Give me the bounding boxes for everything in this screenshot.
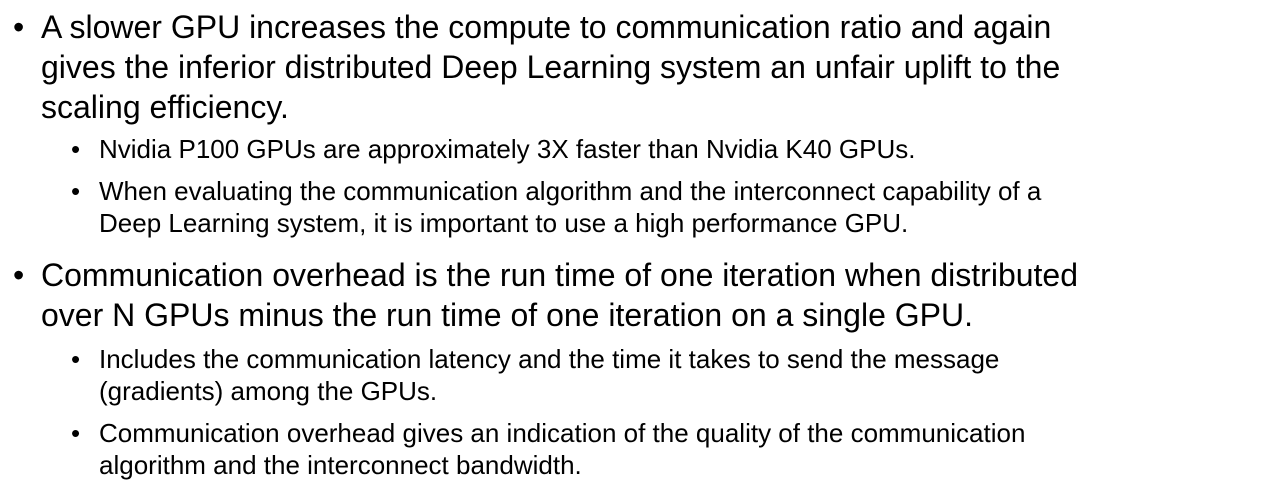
sub-bullet-2-2-line-2: algorithm and the interconnect bandwidth… [99,450,582,480]
sub-bullet-1-2-line-2: Deep Learning system, it is important to… [99,208,909,238]
bullet-2-line-1: Communication overhead is the run time o… [41,257,1079,293]
sub-bullet-marker: • [71,418,81,448]
bullet-2: • Communication overhead is the run time… [13,255,1079,335]
sub-bullet-marker: • [71,134,81,164]
sub-bullet-1-2-line-1: When evaluating the communication algori… [99,176,1042,206]
sub-bullet-marker: • [71,176,81,206]
bullet-marker: • [13,257,25,293]
bullet-1-line-1: A slower GPU increases the compute to co… [41,9,1052,45]
bullet-marker: • [13,9,25,45]
sub-bullet-marker: • [71,344,81,374]
sub-bullet-2-1: • Includes the communication latency and… [71,343,1000,407]
sub-bullet-1-1-line-1: Nvidia P100 GPUs are approximately 3X fa… [99,134,916,164]
sub-bullet-2-1-line-2: (gradients) among the GPUs. [99,376,438,406]
sub-bullet-1-2: • When evaluating the communication algo… [71,175,1042,239]
sub-bullet-2-2-line-1: Communication overhead gives an indicati… [99,418,1026,448]
slide-body: • A slower GPU increases the compute to … [0,0,1284,492]
sub-bullet-1-1: • Nvidia P100 GPUs are approximately 3X … [71,133,916,165]
sub-bullet-2-1-line-1: Includes the communication latency and t… [99,344,1000,374]
bullet-2-line-2: over N GPUs minus the run time of one it… [41,297,973,333]
bullet-1-line-3: scaling efficiency. [41,89,289,125]
sub-bullet-2-2: • Communication overhead gives an indica… [71,417,1026,481]
bullet-1-line-2: gives the inferior distributed Deep Lear… [41,49,1061,85]
bullet-1: • A slower GPU increases the compute to … [13,7,1061,127]
